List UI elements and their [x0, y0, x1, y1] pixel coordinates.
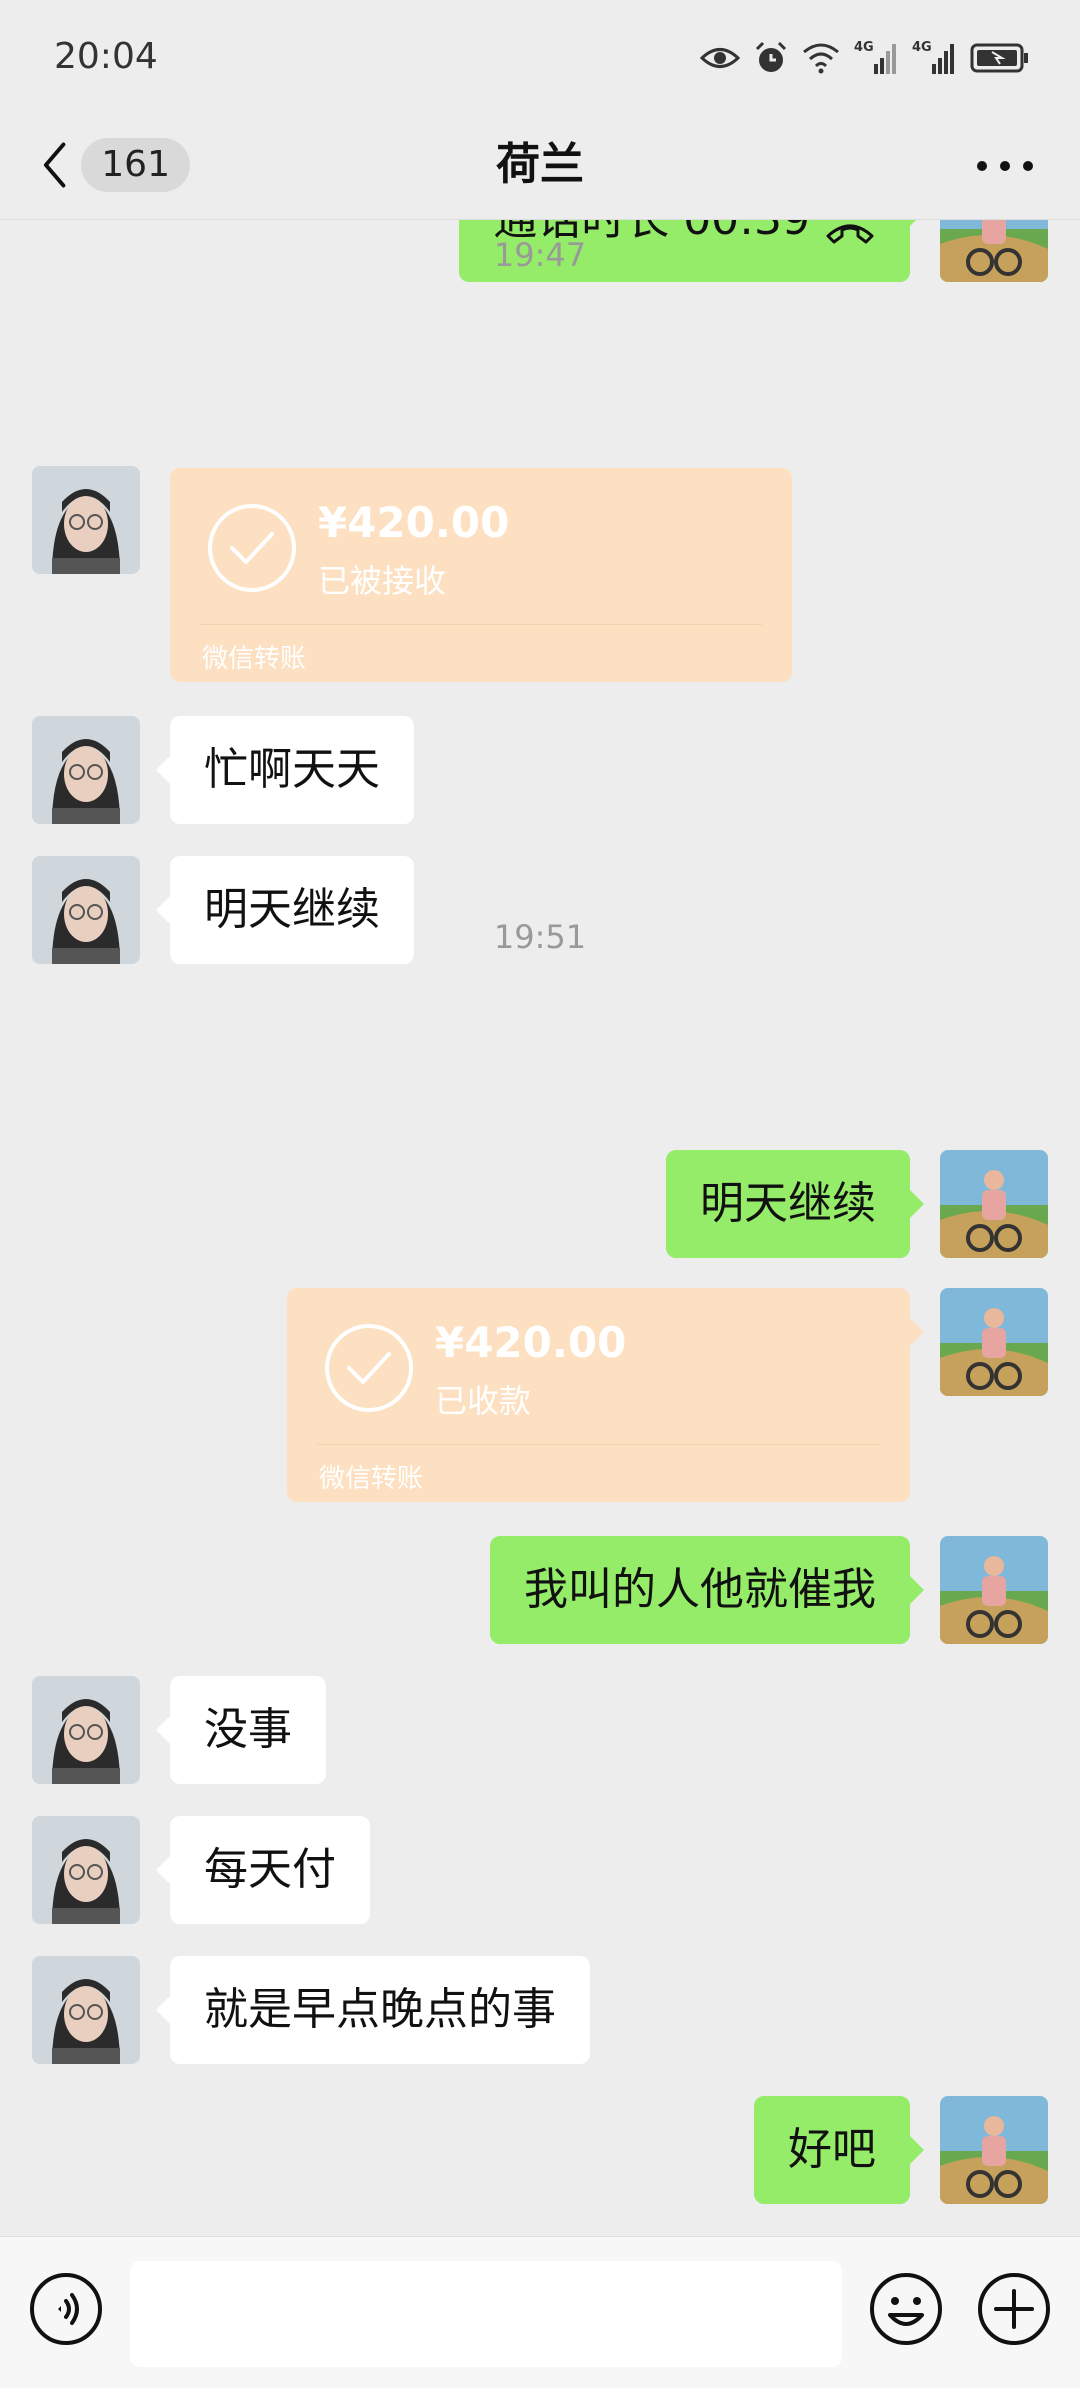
- transfer-card-sent[interactable]: ¥420.00 已收款 微信转账: [287, 1288, 924, 1502]
- incoming-message[interactable]: 每天付: [156, 1816, 370, 1924]
- contact-avatar[interactable]: [32, 716, 140, 824]
- contact-avatar[interactable]: [32, 1956, 140, 2064]
- self-avatar[interactable]: [940, 2096, 1048, 2204]
- outgoing-message[interactable]: 我叫的人他就催我: [490, 1536, 924, 1644]
- alarm-icon: [755, 41, 787, 72]
- chat-messages[interactable]: 通话时长 00:39 19:47: [0, 220, 1080, 2236]
- contact-avatar[interactable]: [32, 1676, 140, 1784]
- plus-icon: [978, 2273, 1050, 2345]
- more-dots-icon: [977, 161, 1033, 171]
- contact-avatar[interactable]: [32, 1816, 140, 1924]
- incoming-message[interactable]: 忙啊天天: [156, 716, 414, 824]
- self-avatar[interactable]: [940, 1536, 1048, 1644]
- status-bar: 20:04 4G 4G: [0, 0, 1080, 110]
- transfer-divider: [200, 624, 762, 625]
- signal-4g-icon: 4G: [854, 40, 898, 76]
- transfer-label: 微信转账: [202, 644, 307, 674]
- back-button[interactable]: 161: [40, 132, 190, 198]
- eye-icon: [700, 48, 740, 68]
- status-icons: 4G 4G: [700, 36, 1030, 80]
- unread-count-badge: 161: [81, 138, 190, 192]
- transfer-status: 已被接收: [318, 562, 447, 600]
- chevron-left-icon: [43, 142, 66, 188]
- voice-icon: [30, 2273, 102, 2345]
- outgoing-message[interactable]: 明天继续: [666, 1150, 924, 1258]
- timestamp: 19:51: [493, 918, 587, 956]
- more-functions-button[interactable]: [976, 2271, 1052, 2351]
- incoming-message[interactable]: 就是早点晚点的事: [156, 1956, 590, 2064]
- check-circle-icon: [208, 504, 296, 592]
- self-avatar[interactable]: [940, 1288, 1048, 1396]
- timestamp: 19:47: [493, 236, 587, 274]
- message-input[interactable]: [130, 2261, 842, 2367]
- status-time: 20:04: [54, 36, 158, 77]
- contact-avatar[interactable]: [32, 466, 140, 574]
- input-bar: [0, 2236, 1080, 2388]
- signal-4g-icon: 4G: [912, 40, 956, 76]
- transfer-amount: ¥420.00: [435, 1318, 627, 1367]
- transfer-divider: [317, 1444, 880, 1445]
- incoming-message[interactable]: 没事: [156, 1676, 326, 1784]
- wifi-icon: [803, 43, 839, 74]
- more-button[interactable]: [970, 146, 1040, 186]
- self-avatar[interactable]: [940, 1150, 1048, 1258]
- emoji-button[interactable]: [868, 2271, 944, 2351]
- check-circle-icon: [325, 1324, 413, 1412]
- chat-header: 161 荷兰: [0, 110, 1080, 220]
- battery-charging-icon: [970, 43, 1028, 73]
- transfer-card-received[interactable]: ¥420.00 已被接收 微信转账: [170, 468, 792, 682]
- transfer-label: 微信转账: [319, 1464, 424, 1494]
- voice-button[interactable]: [28, 2271, 104, 2351]
- emoji-icon: [870, 2273, 942, 2345]
- transfer-amount: ¥420.00: [318, 498, 510, 547]
- transfer-status: 已收款: [435, 1382, 532, 1420]
- outgoing-message[interactable]: 好吧: [754, 2096, 924, 2204]
